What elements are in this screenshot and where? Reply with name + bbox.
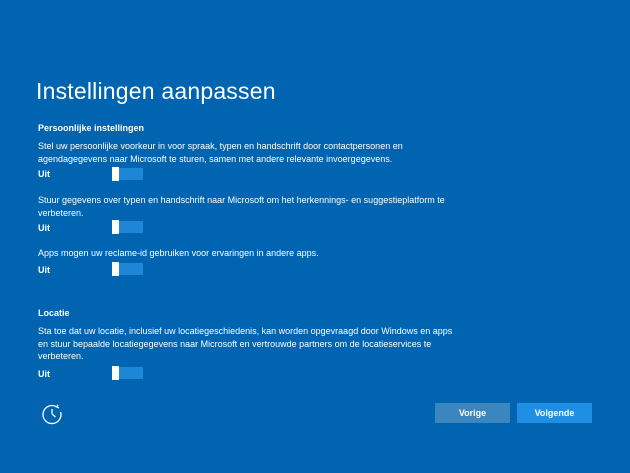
speech-typing-description: Stel uw persoonlijke voorkeur in voor sp… — [38, 141, 403, 164]
next-button[interactable]: Volgende — [517, 403, 592, 423]
toggle-knob — [112, 220, 119, 234]
typing-data-toggle[interactable] — [112, 220, 143, 234]
back-button[interactable]: Vorige — [435, 403, 510, 423]
location-toggle[interactable] — [112, 366, 143, 380]
ease-of-access-icon-graphic — [42, 404, 62, 425]
speech-typing-state-label: Uit — [38, 169, 50, 179]
toggle-knob — [112, 167, 119, 181]
page-title: Instellingen aanpassen — [36, 78, 276, 104]
advertising-id-toggle[interactable] — [112, 262, 143, 276]
typing-data-state-label: Uit — [38, 223, 50, 233]
advertising-id-description: Apps mogen uw reclame-id gebruiken voor … — [38, 248, 319, 258]
location-state-label: Uit — [38, 369, 50, 379]
toggle-knob — [112, 366, 119, 380]
location-description: Sta toe dat uw locatie, inclusief uw loc… — [38, 326, 453, 361]
typing-data-description: Stuur gegevens over typen en handschrift… — [38, 195, 445, 218]
advertising-id-state-label: Uit — [38, 265, 50, 275]
speech-typing-toggle[interactable] — [112, 167, 143, 181]
personal-settings-heading: Persoonlijke instellingen — [38, 123, 145, 133]
ease-of-access-icon[interactable] — [40, 402, 64, 426]
toggle-knob — [112, 262, 119, 276]
location-heading: Locatie — [38, 308, 70, 318]
